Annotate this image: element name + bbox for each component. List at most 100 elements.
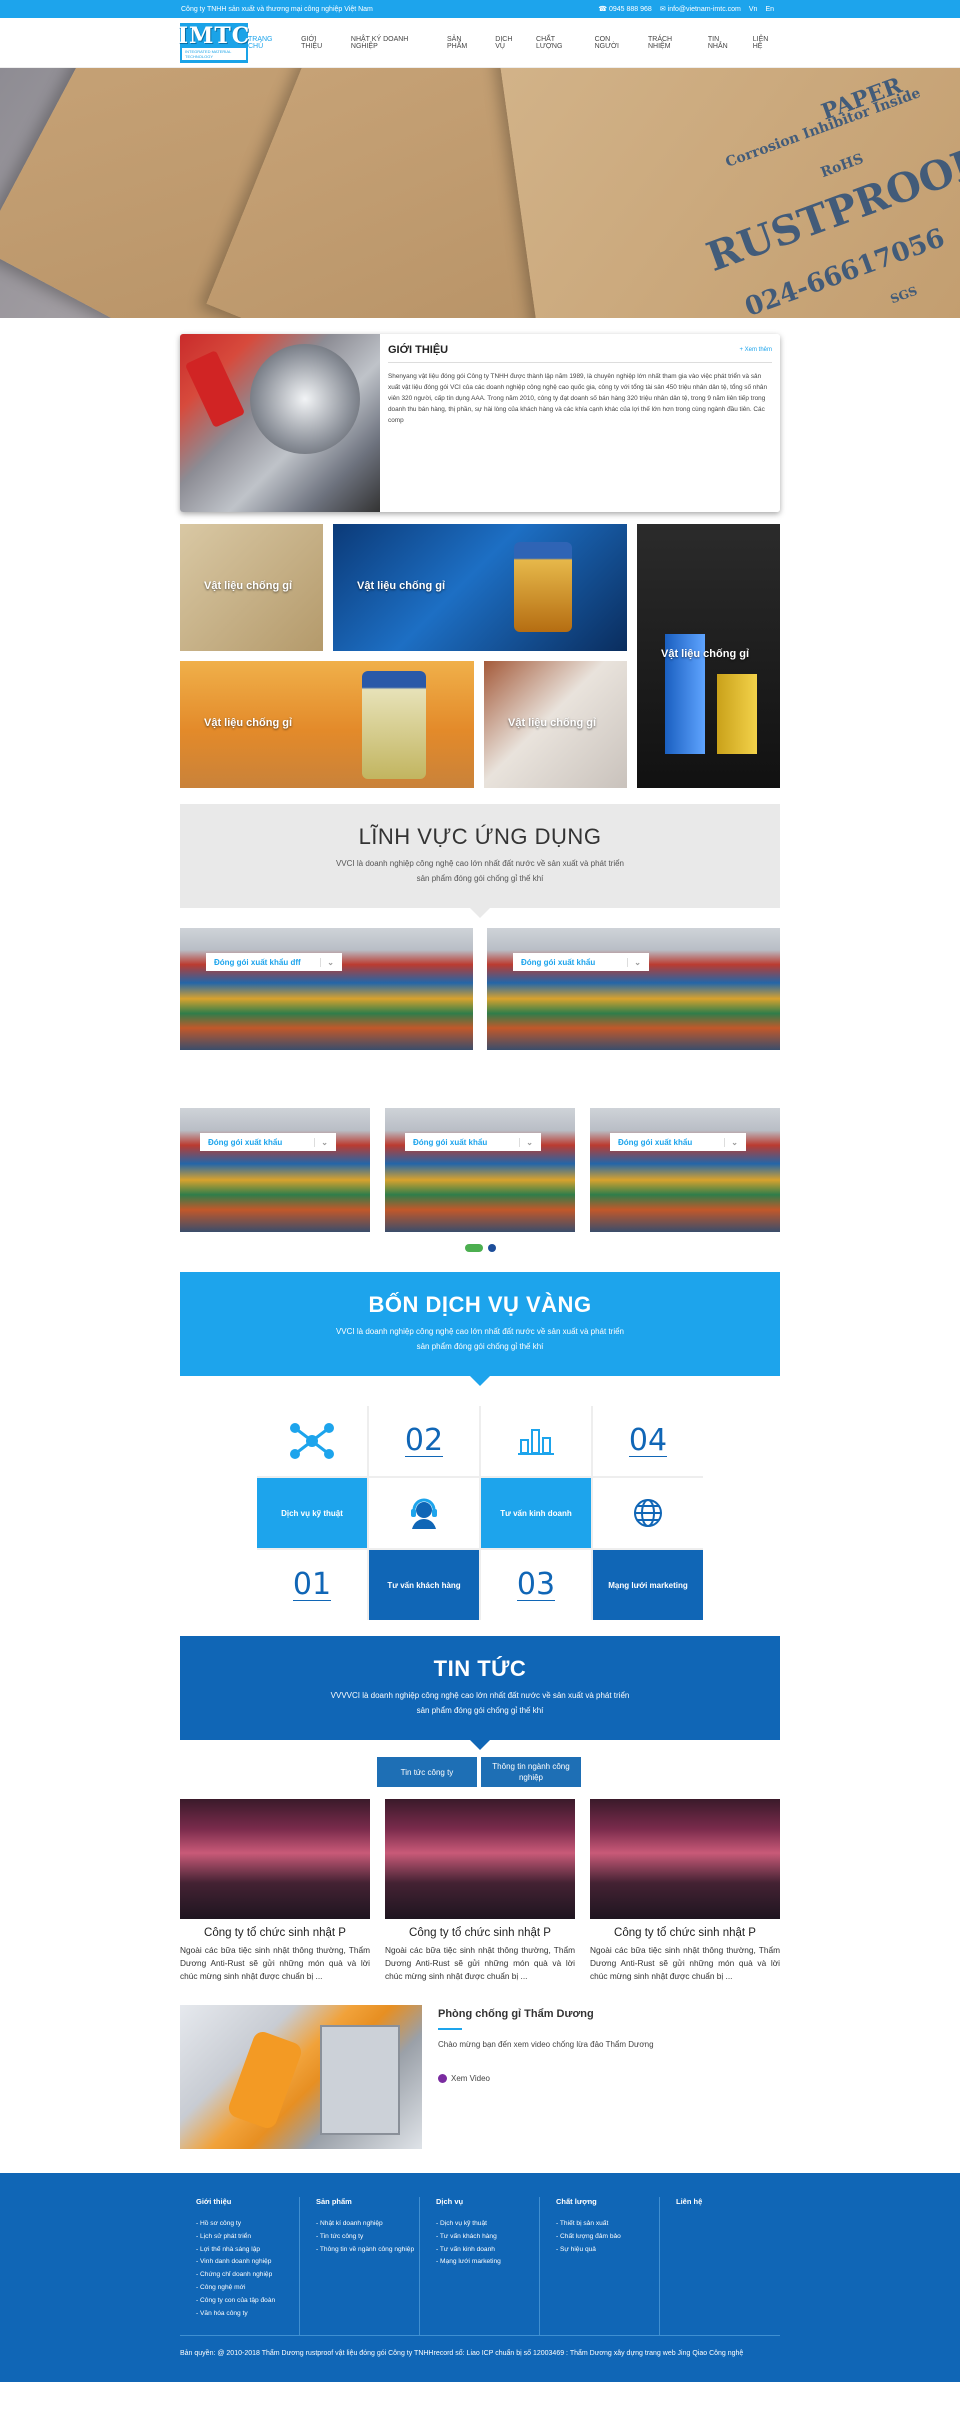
carousel-dot[interactable] (487, 1244, 496, 1252)
service-customer[interactable]: Tư vấn khách hàng (369, 1550, 479, 1620)
service-number-cell: 02 (369, 1406, 479, 1476)
header: IMTC INTEGRATED MATERIAL TECHNOLOGY TRANG… (0, 18, 960, 68)
logo[interactable]: IMTC INTEGRATED MATERIAL TECHNOLOGY (178, 22, 249, 63)
footer-link[interactable]: - Công nghệ mới (196, 2282, 299, 2295)
intro-title: GIỚI THIỆU (388, 344, 449, 356)
product-tile[interactable]: Vật liệu chống gỉ (484, 661, 627, 788)
news-card-text: Ngoài các bữa tiệc sinh nhật thông thườn… (180, 1945, 370, 1981)
service-technical[interactable]: Dịch vụ kỹ thuật (257, 1478, 367, 1548)
news-card-title[interactable]: Công ty tổ chức sinh nhật P (180, 1927, 370, 1939)
footer-link[interactable]: - Văn hóa công ty (196, 2308, 299, 2321)
footer-link[interactable]: - Chất lượng đảm bảo (556, 2231, 659, 2244)
carousel-dots (180, 1244, 780, 1252)
footer-link[interactable]: - Nhật kí doanh nghiệp (316, 2218, 419, 2231)
nav-messages[interactable]: TIN NHẮN (708, 36, 740, 50)
email-link[interactable]: ✉ info@vietnam-imtc.com (660, 5, 741, 13)
phone-icon: ☎ (598, 6, 609, 13)
news-section: TIN TỨC VVVVCI là doanh nghiệp công nghệ… (180, 1636, 780, 1750)
title-underline (438, 2028, 462, 2030)
play-icon (438, 2074, 447, 2083)
video-title[interactable]: Phòng chống gỉ Thẩm Dương (438, 2008, 654, 2020)
field-item[interactable]: Đóng gói xuất khẩu ⌄ (385, 1108, 575, 1232)
news-card[interactable]: Công ty tổ chức sinh nhật P Ngoài các bữ… (385, 1799, 575, 1983)
robot-arm-shape (226, 2029, 304, 2131)
nav-services[interactable]: DỊCH VỤ (495, 36, 523, 50)
field-item[interactable]: Đóng gói xuất khẩu ⌄ (487, 928, 780, 1050)
field-item[interactable]: Đóng gói xuất khẩu ⌄ (180, 1108, 370, 1232)
footer-link[interactable]: - Chứng chỉ doanh nghiệp (196, 2269, 299, 2282)
field-gallery: Đóng gói xuất khẩu dff ⌄ Đóng gói xuất kh… (180, 928, 780, 1232)
product-tile[interactable]: Vật liệu chống gỉ (333, 524, 627, 651)
news-card[interactable]: Công ty tổ chức sinh nhật P Ngoài các bữ… (180, 1799, 370, 1983)
footer-link[interactable]: - Thiết bị sản xuất (556, 2218, 659, 2231)
product-tile[interactable]: Vật liệu chống gỉ (637, 524, 780, 788)
nav-quality[interactable]: CHẤT LƯỢNG (536, 36, 582, 50)
news-desc: VVVVCI là doanh nghiệp công nghệ cao lớn… (330, 1691, 630, 1715)
video-thumbnail[interactable] (180, 2005, 422, 2149)
service-number-cell: 03 (481, 1550, 591, 1620)
phone-text[interactable]: ☎ 0945 888 968 (598, 5, 652, 13)
field-title: LĨNH VỰC ỨNG DỤNG (358, 824, 602, 849)
chevron-down-icon: ⌄ (320, 957, 334, 967)
footer-link[interactable]: - Công ty con của tập đoàn (196, 2295, 299, 2308)
field-item[interactable]: Đóng gói xuất khẩu dff ⌄ (180, 928, 473, 1050)
carousel-dot-active[interactable] (464, 1244, 483, 1252)
chevron-down-icon: ⌄ (314, 1137, 328, 1147)
news-photo (590, 1799, 780, 1919)
footer-link[interactable]: - Tư vấn khách hàng (436, 2231, 539, 2244)
nav-diary[interactable]: NHẬT KÝ DOANH NGHIỆP (351, 36, 434, 50)
tab-industry-news[interactable]: Thông tin ngành công nghiệp (481, 1757, 581, 1787)
globe-icon (634, 1499, 662, 1527)
news-photo (385, 1799, 575, 1919)
footer-col-about: Giới thiệu - Hồ sơ công ty - Lịch sử phá… (180, 2197, 300, 2335)
watch-video-link[interactable]: Xem Video (438, 2074, 654, 2083)
news-title: TIN TỨC (433, 1656, 527, 1681)
footer-link[interactable]: - Vinh danh doanh nghiệp (196, 2256, 299, 2269)
company-name: Công ty TNHH sản xuất và thương mại công… (181, 5, 373, 13)
headset-icon (411, 1498, 437, 1529)
footer-link[interactable]: - Thông tin về ngành công nghiệp (316, 2244, 419, 2257)
news-tabs: Tin tức công ty Thông tin ngành công ngh… (178, 1757, 780, 1787)
nav-people[interactable]: CON NGƯỜI (595, 36, 635, 50)
news-card-title[interactable]: Công ty tổ chức sinh nhật P (590, 1927, 780, 1939)
lang-vn[interactable]: Vn (749, 6, 758, 13)
footer-link[interactable]: - Sự hiệu quả (556, 2244, 659, 2257)
service-marketing[interactable]: Mạng lưới marketing (593, 1550, 703, 1620)
news-pointer (470, 1740, 490, 1750)
sealant-bottle (184, 350, 246, 428)
news-card-title[interactable]: Công ty tổ chức sinh nhật P (385, 1927, 575, 1939)
service-icon-cell (369, 1478, 479, 1548)
footer-link[interactable]: - Lịch sử phát triển (196, 2231, 299, 2244)
video-block: Phòng chống gỉ Thẩm Dương Chào mừng bạn … (180, 2005, 780, 2149)
footer-link[interactable]: - Hồ sơ công ty (196, 2218, 299, 2231)
nav-responsibility[interactable]: TRÁCH NHIỆM (648, 36, 695, 50)
product-tile[interactable]: Vật liệu chống gỉ (180, 524, 323, 651)
chevron-down-icon: ⌄ (627, 957, 641, 967)
footer-link[interactable]: - Dịch vụ kỹ thuật (436, 2218, 539, 2231)
footer-link[interactable]: - Tin tức công ty (316, 2231, 419, 2244)
nav-home[interactable]: TRANG CHỦ (248, 36, 288, 50)
hero-banner: PAPER Corrosion Inhibitor Inside RUSTPRO… (0, 68, 960, 318)
nav-contact[interactable]: LIÊN HỆ (753, 36, 779, 50)
footer-col-products: Sản phẩm - Nhật kí doanh nghiệp - Tin tứ… (300, 2197, 420, 2335)
service-icon-cell (257, 1406, 367, 1476)
footer: Giới thiệu - Hồ sơ công ty - Lịch sử phá… (0, 2173, 960, 2382)
product-tile[interactable]: Vật liệu chống gỉ (180, 661, 474, 788)
services-section: BỐN DỊCH VỤ VÀNG VVCI là doanh nghiệp cô… (180, 1272, 780, 1386)
field-pointer (470, 908, 490, 918)
news-card[interactable]: Công ty tổ chức sinh nhật P Ngoài các bữ… (590, 1799, 780, 1983)
footer-link[interactable]: - Mạng lưới marketing (436, 2256, 539, 2269)
footer-link[interactable]: - Lợi thế nhà sáng lập (196, 2244, 299, 2257)
footer-link[interactable]: - Tư vấn kinh doanh (436, 2244, 539, 2257)
field-item[interactable]: Đóng gói xuất khẩu ⌄ (590, 1108, 780, 1232)
tab-company-news[interactable]: Tin tức công ty (377, 1757, 477, 1787)
nav-about[interactable]: GIỚI THIỆU (301, 36, 338, 50)
lang-en[interactable]: En (765, 6, 774, 13)
footer-col-services: Dịch vụ - Dịch vụ kỹ thuật - Tư vấn khác… (420, 2197, 540, 2335)
intro-text: Shenyang vật liệu đóng gói Công ty TNHH … (388, 373, 768, 424)
service-icon-cell (593, 1478, 703, 1548)
intro-more-link[interactable]: + Xem thêm (739, 347, 772, 353)
nav-products[interactable]: SẢN PHẨM (447, 36, 482, 50)
service-business[interactable]: Tư vấn kinh doanh (481, 1478, 591, 1548)
video-desc: Chào mừng bạn đến xem video chống lừa đả… (438, 2040, 654, 2049)
